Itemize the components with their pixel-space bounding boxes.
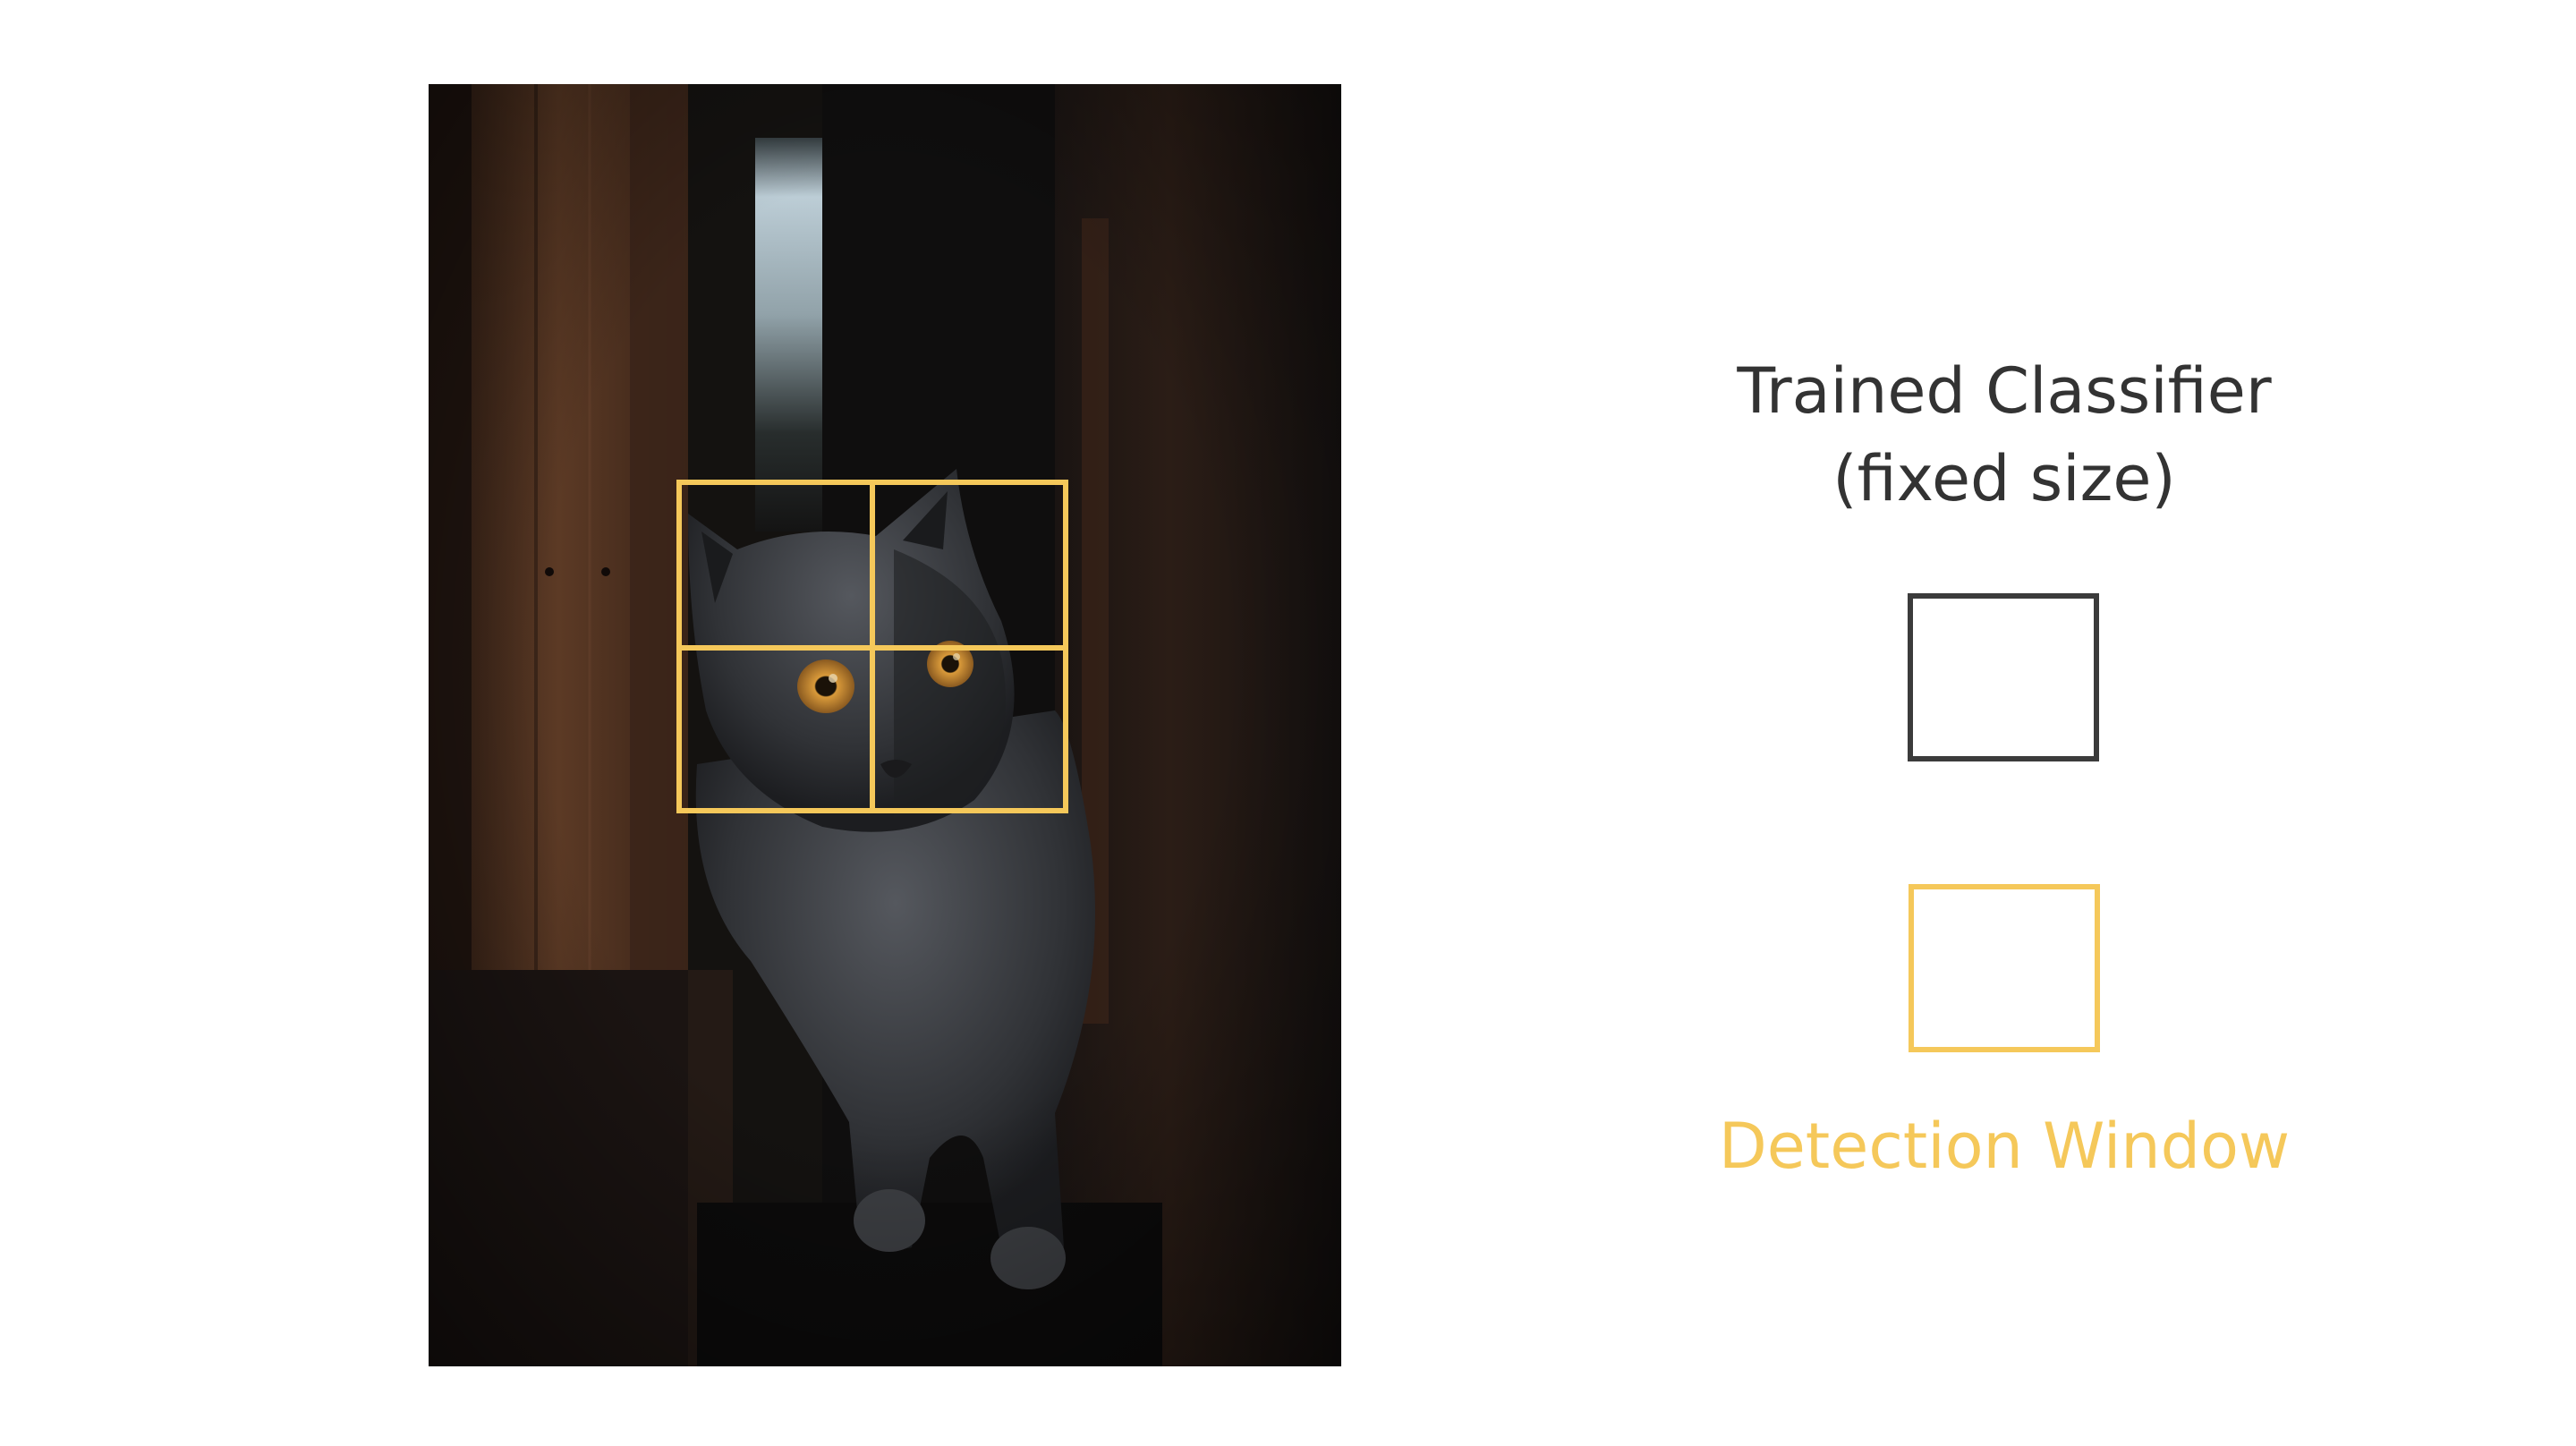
detection-cell-bottom-right — [870, 645, 1068, 813]
detection-cell-top-right — [870, 480, 1068, 651]
classifier-title: Trained Classifier (fixed size) — [1682, 347, 2326, 523]
cat-photo — [429, 84, 1341, 1366]
detection-cell-bottom-left — [676, 645, 875, 813]
classifier-title-line1: Trained Classifier — [1737, 354, 2272, 428]
classifier-box — [1908, 593, 2099, 761]
detection-cell-top-left — [676, 480, 875, 651]
classifier-title-line2: (fixed size) — [1832, 442, 2176, 515]
detection-window-box — [1909, 884, 2100, 1052]
detection-window-label: Detection Window — [1718, 1110, 2291, 1183]
